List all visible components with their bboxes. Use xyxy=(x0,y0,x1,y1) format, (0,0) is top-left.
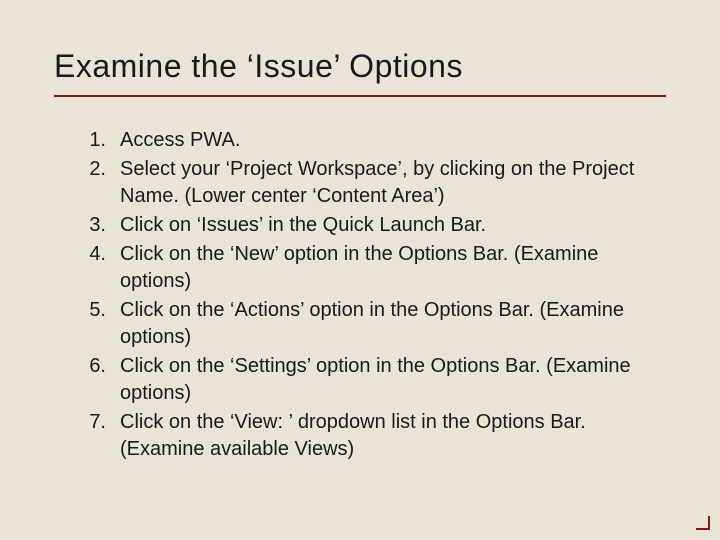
list-number: 3. xyxy=(82,212,120,239)
list-number: 5. xyxy=(82,297,120,351)
list-text: Select your ‘Project Workspace’, by clic… xyxy=(120,156,666,210)
corner-accent-icon xyxy=(696,516,710,530)
list-item: 6. Click on the ‘Settings’ option in the… xyxy=(82,353,666,407)
list-text: Click on the ‘Settings’ option in the Op… xyxy=(120,353,666,407)
list-item: 5. Click on the ‘Actions’ option in the … xyxy=(82,297,666,351)
list-number: 6. xyxy=(82,353,120,407)
list-number: 2. xyxy=(82,156,120,210)
instructions-list: 1. Access PWA. 2. Select your ‘Project W… xyxy=(54,127,666,463)
list-text: Click on the ‘New’ option in the Options… xyxy=(120,241,666,295)
list-item: 7. Click on the ‘View: ’ dropdown list i… xyxy=(82,409,666,463)
list-text: Click on the ‘View: ’ dropdown list in t… xyxy=(120,409,666,463)
list-text: Access PWA. xyxy=(120,127,666,154)
list-text: Click on ‘Issues’ in the Quick Launch Ba… xyxy=(120,212,666,239)
list-item: 4. Click on the ‘New’ option in the Opti… xyxy=(82,241,666,295)
list-number: 7. xyxy=(82,409,120,463)
list-text: Click on the ‘Actions’ option in the Opt… xyxy=(120,297,666,351)
slide-title: Examine the ‘Issue’ Options xyxy=(54,48,666,97)
list-item: 1. Access PWA. xyxy=(82,127,666,154)
list-item: 2. Select your ‘Project Workspace’, by c… xyxy=(82,156,666,210)
list-number: 4. xyxy=(82,241,120,295)
list-item: 3. Click on ‘Issues’ in the Quick Launch… xyxy=(82,212,666,239)
list-number: 1. xyxy=(82,127,120,154)
